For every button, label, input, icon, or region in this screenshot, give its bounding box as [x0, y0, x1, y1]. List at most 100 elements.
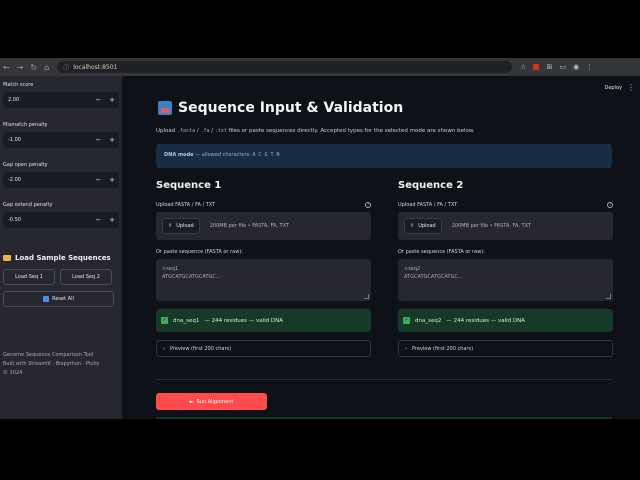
upload-limit-note: 200MB per file • FASTA, FA, TXT [209, 223, 289, 229]
mode-name: DNA mode [164, 152, 194, 158]
streamlit-page: Match score 2.00 − + Mismatch penalty -1… [0, 76, 640, 419]
sequence-1-upload-header: Upload FASTA / FA / TXT ? [156, 202, 371, 208]
mode-info-box: DNA mode — allowed characters: A C G T N [156, 144, 612, 168]
browser-menu-icon[interactable]: ⋮ [586, 63, 593, 71]
extension-red-icon[interactable] [533, 64, 540, 70]
gap-extend-penalty-value[interactable]: -0.50 [3, 217, 91, 223]
preview-label: Preview (first 200 chars) [412, 345, 474, 352]
browser-extensions: ☆ ⊞ ▭ ◉ ⋮ [520, 63, 593, 71]
address-bar[interactable]: ⓘ localhost:8501 [57, 61, 513, 73]
sequence-1-upload-button[interactable]: ⇪ Upload [162, 218, 200, 234]
sequence-2-textarea[interactable]: >seq2 ATGCATGCATGCATGC... [398, 259, 613, 301]
gap-open-penalty-value[interactable]: -2.00 [3, 177, 91, 183]
sequence-1-preview-expander[interactable]: › Preview (first 200 chars) [156, 340, 371, 357]
ext-separator-2: / [211, 128, 214, 134]
run-alignment-button[interactable]: ► Run Alignment [156, 393, 267, 410]
footer-line-1: Genome Sequence Comparison Tool [3, 352, 94, 358]
load-seq2-button[interactable]: Load Seq 2 [60, 269, 112, 285]
status-seq-details: — 244 residues — valid DNA [446, 317, 526, 324]
help-icon[interactable]: ? [607, 202, 613, 208]
mismatch-penalty-decrement-button[interactable]: − [91, 136, 105, 144]
forward-icon[interactable]: → [17, 63, 24, 72]
mismatch-penalty-label: Mismatch penalty [3, 122, 48, 128]
sequence-2-preview-expander[interactable]: › Preview (first 200 chars) [398, 340, 613, 357]
bookmark-star-icon[interactable]: ☆ [520, 63, 526, 71]
match-score-label: Match score [3, 82, 34, 88]
home-icon[interactable]: ⌂ [44, 63, 49, 72]
status-seq-details: — 244 residues — valid DNA [204, 317, 284, 324]
result-banner-edge [156, 417, 612, 419]
match-score-increment-button[interactable]: + [105, 96, 119, 104]
textarea-placeholder-line-1: >seq2 [404, 266, 421, 272]
sequence-2-file-uploader[interactable]: ⇪ Upload 200MB per file • FASTA, FA, TXT [398, 212, 613, 240]
match-score-decrement-button[interactable]: − [91, 96, 105, 104]
mismatch-penalty-input[interactable]: -1.00 − + [3, 132, 119, 148]
ext-separator-1: / [196, 128, 199, 134]
app-menu-icon[interactable]: ⋮ [627, 83, 635, 92]
chevron-right-icon: › [163, 345, 165, 352]
sequence-1-upload-label: Upload FASTA / FA / TXT [156, 202, 216, 208]
page-subtitle: Upload .fasta / .fa / .txt files or past… [156, 128, 475, 134]
page-title: Sequence Input & Validation [158, 100, 403, 116]
play-icon: ► [189, 398, 194, 405]
textarea-placeholder-line-1: >seq1 [162, 266, 179, 272]
sidepanel-icon[interactable]: ▭ [559, 63, 566, 71]
browser-toolbar: ← → ↻ ⌂ ⓘ localhost:8501 ☆ ⊞ ▭ ◉ ⋮ [0, 58, 640, 76]
sequence-1-paste-label: Or paste sequence (FASTA or raw): [156, 249, 243, 255]
upload-button-label: Upload [418, 223, 436, 229]
ext-fa: .fa [200, 128, 210, 134]
profile-icon[interactable]: ◉ [573, 63, 579, 71]
sequence-1-file-uploader[interactable]: ⇪ Upload 200MB per file • FASTA, FA, TXT [156, 212, 371, 240]
ext-fasta: .fasta [177, 128, 196, 134]
allowed-characters: A C G T N [252, 152, 280, 158]
sequence-1-textarea[interactable]: >seq1 ATGCATGCATGCATGC... [156, 259, 371, 301]
help-icon[interactable]: ? [365, 202, 371, 208]
sequence-2-status: ✓ dna_seq2 — 244 residues — valid DNA [398, 309, 613, 332]
page-title-text: Sequence Input & Validation [178, 100, 404, 116]
load-sample-buttons: Load Seq 1 Load Seq 2 [3, 269, 119, 285]
sequence-2-upload-button[interactable]: ⇪ Upload [404, 218, 442, 234]
match-score-input[interactable]: 2.00 − + [3, 92, 119, 108]
gap-extend-penalty-input[interactable]: -0.50 − + [3, 212, 119, 228]
gap-open-penalty-decrement-button[interactable]: − [91, 176, 105, 184]
sequence-2-upload-header: Upload FASTA / FA / TXT ? [398, 202, 613, 208]
preview-label: Preview (first 200 chars) [170, 345, 232, 352]
gap-extend-penalty-decrement-button[interactable]: − [91, 216, 105, 224]
gap-extend-penalty-label: Gap extend penalty [3, 202, 53, 208]
mismatch-penalty-increment-button[interactable]: + [105, 136, 119, 144]
reset-all-button[interactable]: Reset All [3, 291, 114, 307]
status-seq-name: dna_seq2 [415, 317, 442, 324]
ext-txt: .txt [214, 128, 227, 134]
reload-icon[interactable]: ↻ [30, 63, 37, 72]
site-info-icon[interactable]: ⓘ [63, 63, 69, 72]
sequence-1-column: Sequence 1 Upload FASTA / FA / TXT ? ⇪ U… [156, 180, 371, 357]
match-score-value[interactable]: 2.00 [3, 97, 91, 103]
section-divider [156, 379, 612, 380]
sidebar: Match score 2.00 − + Mismatch penalty -1… [0, 76, 122, 419]
back-icon[interactable]: ← [3, 63, 10, 72]
gap-open-penalty-increment-button[interactable]: + [105, 176, 119, 184]
main-content: Deploy ⋮ Sequence Input & Validation Upl… [122, 76, 640, 419]
sequence-2-upload-label: Upload FASTA / FA / TXT [398, 202, 458, 208]
subtitle-suffix: files or paste sequences directly. Accep… [228, 128, 475, 134]
url-text: localhost:8501 [73, 63, 118, 71]
gap-extend-penalty-increment-button[interactable]: + [105, 216, 119, 224]
check-icon: ✓ [161, 317, 168, 324]
sequence-2-heading: Sequence 2 [398, 180, 464, 191]
load-seq1-button[interactable]: Load Seq 1 [3, 269, 55, 285]
browser-nav: ← → ↻ ⌂ [0, 63, 49, 72]
footer-line-3: © 2024 [3, 370, 23, 376]
extension-puzzle-icon[interactable]: ⊞ [546, 63, 552, 71]
footer-line-2: Built with Streamlit · Biopython · Plotl… [3, 361, 100, 367]
reset-icon [43, 296, 50, 302]
deploy-button[interactable]: Deploy [604, 85, 622, 91]
gap-open-penalty-input[interactable]: -2.00 − + [3, 172, 119, 188]
sequence-2-paste-label: Or paste sequence (FASTA or raw): [398, 249, 485, 255]
check-icon: ✓ [403, 317, 410, 324]
mismatch-penalty-value[interactable]: -1.00 [3, 137, 91, 143]
upload-icon: ⇪ [410, 223, 415, 229]
upload-button-label: Upload [176, 223, 194, 229]
chevron-right-icon: › [405, 345, 407, 352]
textarea-placeholder-line-2: ATGCATGCATGCATGC... [404, 274, 463, 280]
folder-icon [3, 255, 11, 261]
